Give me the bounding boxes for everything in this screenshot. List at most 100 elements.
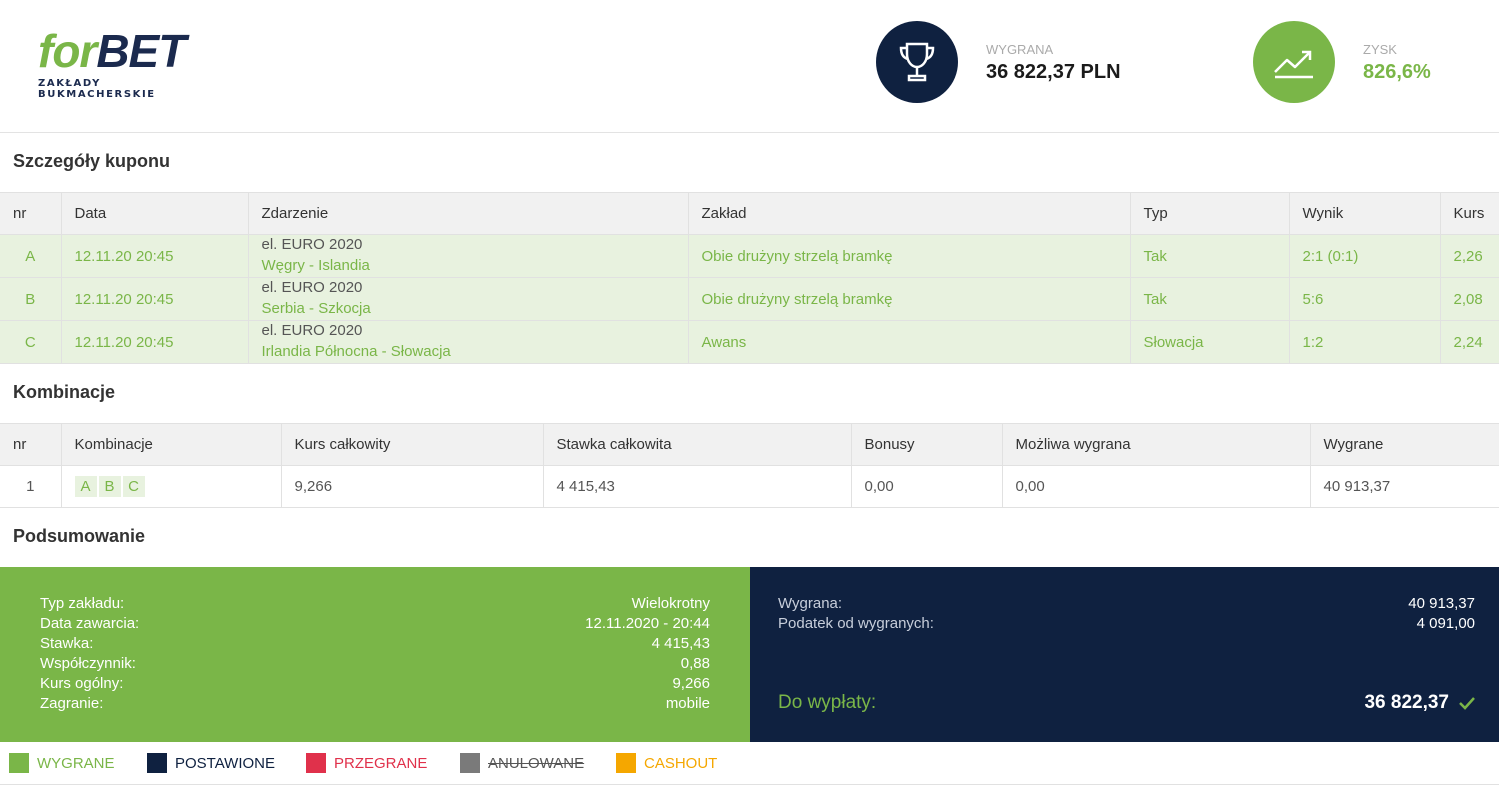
combo-leg-badge: B: [98, 476, 121, 497]
payout-amount: 36 822,37: [1364, 692, 1475, 714]
summary-label: Współczynnik:: [40, 655, 136, 672]
table-row: B 12.11.20 20:45 el. EURO 2020 Serbia - S…: [0, 277, 1499, 321]
row-competition: el. EURO 2020: [261, 322, 363, 339]
legend-swatch: [460, 753, 480, 773]
status-legend: WYGRANE POSTAWIONE PRZEGRANE ANULOWANE C…: [0, 742, 1499, 785]
legend-swatch: [9, 753, 29, 773]
logo-part-for: for: [38, 25, 97, 77]
col-result: Wynik: [1288, 192, 1440, 235]
row-type: Słowacja: [1129, 320, 1289, 364]
combo-legs: ABC: [60, 465, 281, 508]
combo-total-stake: 4 415,43: [542, 465, 851, 508]
summary-row: Wygrana: 40 913,37: [778, 594, 1475, 614]
summary-value: 4 091,00: [1416, 615, 1475, 632]
logo-tagline: ZAKŁADY BUKMACHERSKIE: [38, 78, 156, 100]
col-combinations: Kombinacje: [60, 423, 281, 466]
summary-row: Data zawarcia: 12.11.2020 - 20:44: [40, 614, 710, 634]
col-bet: Zakład: [687, 192, 1130, 235]
legend-item-cancelled: ANULOWANE: [460, 753, 584, 773]
row-competition: el. EURO 2020: [261, 279, 363, 296]
row-event-cell: el. EURO 2020 Serbia - Szkocja: [247, 277, 688, 321]
logo-part-bet: BET: [96, 25, 186, 77]
summary-value: 40 913,37: [1408, 595, 1475, 612]
row-odds: 2,08: [1439, 277, 1499, 321]
row-result: 1:2: [1288, 320, 1440, 364]
row-result: 2:1 (0:1): [1288, 234, 1440, 278]
win-label: WYGRANA: [986, 42, 1054, 57]
checkmark-icon: [1459, 696, 1475, 710]
row-odds: 2,24: [1439, 320, 1499, 364]
row-event-cell: el. EURO 2020 Irlandia Północna - Słowacj…: [247, 320, 688, 364]
summary-payout-panel: Wygrana: 40 913,37 Podatek od wygranych: 4…: [750, 567, 1499, 742]
summary-row: Zagranie: mobile: [40, 694, 710, 714]
summary-value: 12.11.2020 - 20:44: [585, 615, 710, 632]
profit-label: ZYSK: [1363, 42, 1397, 57]
payout-label: Do wypłaty:: [778, 692, 877, 713]
row-competition: el. EURO 2020: [261, 236, 363, 253]
summary-row: Typ zakładu: Wielokrotny: [40, 594, 710, 614]
summary-value: mobile: [665, 695, 710, 712]
table-header-row: nr Kombinacje Kurs całkowity Stawka całk…: [0, 423, 1499, 466]
row-event-name[interactable]: Irlandia Północna - Słowacja: [262, 341, 675, 363]
summary-value: Wielokrotny: [631, 595, 710, 612]
logo-wordmark: forBET: [38, 26, 218, 76]
row-date: 12.11.20 20:45: [60, 320, 248, 364]
legend-item-won: WYGRANE: [9, 753, 115, 773]
summary-value: 4 415,43: [651, 635, 710, 652]
row-event-cell: el. EURO 2020 Węgry - Islandia: [247, 234, 688, 278]
summary-row: Stawka: 4 415,43: [40, 634, 710, 654]
legend-swatch: [147, 753, 167, 773]
summary-label: Stawka:: [40, 635, 94, 652]
col-bonus: Bonusy: [850, 423, 1002, 466]
payout-value: 36 822,37: [1364, 692, 1449, 713]
summary-details-panel: Typ zakładu: Wielokrotny Data zawarcia: 12…: [0, 567, 750, 742]
summary-row: Współczynnik: 0,88: [40, 654, 710, 674]
coupon-details-title: Szczegóły kuponu: [13, 151, 171, 171]
col-odds: Kurs: [1439, 192, 1499, 235]
summary-label: Zagranie:: [40, 695, 104, 712]
summary-value: 9,266: [672, 675, 710, 692]
col-possible-win: Możliwa wygrana: [1001, 423, 1310, 466]
col-type: Typ: [1129, 192, 1289, 235]
page-header: forBET ZAKŁADY BUKMACHERSKIE WYGRANA 36 …: [0, 0, 1499, 133]
row-event-name[interactable]: Serbia - Szkocja: [262, 298, 675, 320]
table-row: C 12.11.20 20:45 el. EURO 2020 Irlandia P…: [0, 320, 1499, 364]
legend-item-placed: POSTAWIONE: [147, 753, 275, 773]
row-nr: C: [0, 320, 61, 364]
row-bet: Obie drużyny strzelą bramkę: [687, 234, 1130, 278]
row-date: 12.11.20 20:45: [60, 277, 248, 321]
summary-label: Typ zakładu:: [40, 595, 125, 612]
payout-row: Do wypłaty: 36 822,37: [778, 692, 1475, 714]
forbet-logo[interactable]: forBET ZAKŁADY BUKMACHERSKIE: [38, 26, 218, 100]
row-date: 12.11.20 20:45: [60, 234, 248, 278]
col-nr: nr: [0, 192, 61, 235]
legend-swatch: [306, 753, 326, 773]
profit-value: 826,6%: [1363, 61, 1431, 83]
legend-label: WYGRANE: [37, 754, 115, 772]
row-bet: Obie drużyny strzelą bramkę: [687, 277, 1130, 321]
row-odds: 2,26: [1439, 234, 1499, 278]
combo-nr: 1: [0, 465, 61, 508]
row-nr: A: [0, 234, 61, 278]
combo-leg-badge: A: [74, 476, 97, 497]
trophy-icon: [876, 21, 958, 103]
combo-total-odds: 9,266: [280, 465, 543, 508]
summary-title: Podsumowanie: [13, 526, 146, 546]
coupon-events-table: nr Data Zdarzenie Zakład Typ Wynik Kurs …: [0, 192, 1499, 364]
col-date: Data: [60, 192, 248, 235]
summary-row: Podatek od wygranych: 4 091,00: [778, 614, 1475, 634]
summary-label: Kurs ogólny:: [40, 675, 124, 692]
row-event-name[interactable]: Węgry - Islandia: [262, 255, 675, 277]
table-header-row: nr Data Zdarzenie Zakład Typ Wynik Kurs: [0, 192, 1499, 235]
combinations-title: Kombinacje: [13, 382, 116, 402]
combo-won: 40 913,37: [1309, 465, 1499, 508]
col-total-odds: Kurs całkowity: [280, 423, 543, 466]
legend-label: CASHOUT: [644, 754, 718, 772]
summary-label: Data zawarcia:: [40, 615, 140, 632]
combo-bonus: 0,00: [850, 465, 1002, 508]
col-total-stake: Stawka całkowita: [542, 423, 851, 466]
row-bet: Awans: [687, 320, 1130, 364]
col-event: Zdarzenie: [247, 192, 688, 235]
table-row: 1 ABC 9,266 4 415,43 0,00 0,00 40 913,37: [0, 465, 1499, 508]
col-nr: nr: [0, 423, 61, 466]
